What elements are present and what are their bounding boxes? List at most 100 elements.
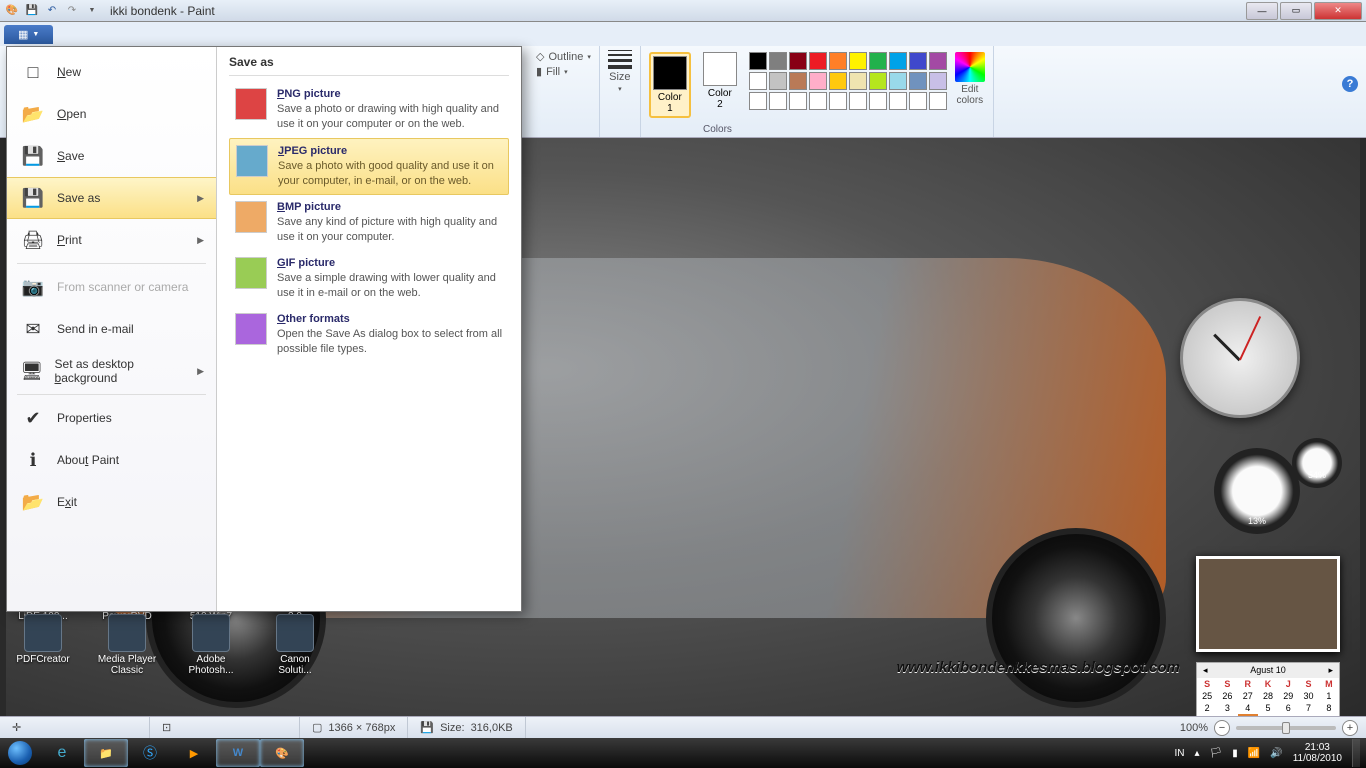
saveas-format-other[interactable]: Other formatsOpen the Save As dialog box… (229, 307, 509, 363)
saveas-format-png[interactable]: PNG pictureSave a photo or drawing with … (229, 82, 509, 138)
palette-empty[interactable] (749, 92, 767, 110)
taskbar-clock[interactable]: 21:03 11/08/2010 (1293, 742, 1342, 764)
show-desktop-button[interactable] (1352, 739, 1360, 767)
file-menu-item-saveas[interactable]: 💾Save as▶ (7, 177, 216, 219)
palette-swatch[interactable] (809, 72, 827, 90)
calendar-day[interactable]: 2 (1197, 702, 1217, 714)
palette-swatch[interactable] (789, 52, 807, 70)
palette-swatch[interactable] (769, 52, 787, 70)
palette-empty[interactable] (909, 92, 927, 110)
taskbar-explorer-button[interactable]: 📁 (84, 739, 128, 767)
battery-icon[interactable]: ▮ (1232, 748, 1238, 759)
palette-empty[interactable] (849, 92, 867, 110)
file-menu-item-exit[interactable]: 📂Exit (7, 481, 216, 523)
calendar-day[interactable]: 4 (1238, 702, 1258, 714)
calendar-day[interactable]: 6 (1278, 702, 1298, 714)
save-icon[interactable]: 💾 (24, 3, 40, 19)
file-menu-item-save[interactable]: 💾Save (7, 135, 216, 177)
size-dropdown[interactable]: Size ▾ (608, 50, 632, 93)
palette-swatch[interactable] (869, 52, 887, 70)
palette-swatch[interactable] (929, 72, 947, 90)
volume-icon[interactable]: 🔊 (1270, 748, 1282, 759)
taskbar-word-button[interactable]: W (216, 739, 260, 767)
zoom-slider[interactable] (1236, 726, 1336, 730)
palette-empty[interactable] (929, 92, 947, 110)
palette-empty[interactable] (829, 92, 847, 110)
file-menu-item-about[interactable]: ℹAbout Paint (7, 439, 216, 481)
palette-swatch[interactable] (829, 52, 847, 70)
palette-swatch[interactable] (889, 72, 907, 90)
zoom-out-button[interactable]: − (1214, 720, 1230, 736)
saveas-format-gif[interactable]: GIF pictureSave a simple drawing with lo… (229, 251, 509, 307)
palette-swatch[interactable] (929, 52, 947, 70)
file-menu-item-open[interactable]: 📂Open (7, 93, 216, 135)
calendar-day[interactable]: 30 (1298, 690, 1318, 702)
start-button[interactable] (0, 739, 40, 767)
clock-gadget[interactable] (1180, 298, 1300, 418)
tray-up-icon[interactable]: ▴ (1195, 748, 1200, 759)
desktop-icon[interactable]: Adobe Photosh... (180, 614, 242, 676)
calendar-day[interactable]: 29 (1278, 690, 1298, 702)
help-icon[interactable]: ? (1342, 76, 1358, 92)
desktop-icon[interactable]: PDFCreator (12, 614, 74, 676)
close-button[interactable]: ✕ (1314, 2, 1362, 20)
calendar-day[interactable]: 8 (1319, 702, 1339, 714)
color-palette[interactable] (749, 52, 947, 110)
ram-meter-gadget[interactable]: 54% (1292, 438, 1342, 488)
calendar-day[interactable]: 26 (1217, 690, 1237, 702)
cal-prev-icon[interactable]: ◂ (1203, 665, 1208, 676)
calendar-day[interactable]: 3 (1217, 702, 1237, 714)
palette-empty[interactable] (869, 92, 887, 110)
cal-next-icon[interactable]: ▸ (1328, 665, 1333, 676)
color1-button[interactable]: Color 1 (649, 52, 691, 118)
palette-swatch[interactable] (829, 72, 847, 90)
calendar-day[interactable]: 27 (1238, 690, 1258, 702)
palette-empty[interactable] (809, 92, 827, 110)
maximize-button[interactable]: ▭ (1280, 2, 1312, 20)
file-menu-item-email[interactable]: ✉Send in e-mail (7, 308, 216, 350)
redo-icon[interactable]: ↷ (64, 3, 80, 19)
file-menu-item-properties[interactable]: ✔Properties (7, 397, 216, 439)
palette-empty[interactable] (789, 92, 807, 110)
palette-swatch[interactable] (849, 52, 867, 70)
edit-colors-button[interactable]: Edit colors (955, 52, 985, 106)
network-icon[interactable]: 📶 (1248, 748, 1260, 759)
file-menu-item-new[interactable]: □New (7, 51, 216, 93)
zoom-thumb[interactable] (1282, 722, 1290, 734)
slideshow-gadget[interactable] (1196, 556, 1340, 652)
cpu-meter-gadget[interactable]: 13% (1214, 448, 1300, 534)
qat-dropdown-icon[interactable]: ▼ (84, 3, 100, 19)
minimize-button[interactable]: — (1246, 2, 1278, 20)
palette-swatch[interactable] (909, 72, 927, 90)
saveas-format-jpeg[interactable]: JPEG pictureSave a photo with good quali… (229, 138, 509, 196)
calendar-gadget[interactable]: ◂Agust 10▸ SSRKJSM2526272829301234567891… (1196, 662, 1340, 716)
taskbar-skype-button[interactable]: Ⓢ (128, 739, 172, 767)
undo-icon[interactable]: ↶ (44, 3, 60, 19)
calendar-day[interactable]: 25 (1197, 690, 1217, 702)
language-indicator[interactable]: IN (1175, 748, 1185, 759)
taskbar-paint-button[interactable]: 🎨 (260, 739, 304, 767)
palette-swatch[interactable] (809, 52, 827, 70)
palette-swatch[interactable] (749, 72, 767, 90)
color2-button[interactable]: Color 2 (699, 52, 741, 110)
flag-icon[interactable]: 🏳 (1210, 748, 1223, 759)
palette-swatch[interactable] (909, 52, 927, 70)
calendar-day[interactable]: 5 (1258, 702, 1278, 714)
file-menu-item-desktop[interactable]: 🖥Set as desktop background▶ (7, 350, 216, 392)
outline-dropdown[interactable]: ◇Outline ▾ (536, 50, 591, 63)
fill-dropdown[interactable]: ▮Fill ▾ (536, 65, 591, 78)
calendar-day[interactable]: 7 (1298, 702, 1318, 714)
desktop-icon[interactable]: Media Player Classic (96, 614, 158, 676)
palette-swatch[interactable] (749, 52, 767, 70)
palette-swatch[interactable] (789, 72, 807, 90)
taskbar-ie-button[interactable]: e (40, 739, 84, 767)
zoom-in-button[interactable]: + (1342, 720, 1358, 736)
palette-swatch[interactable] (769, 72, 787, 90)
palette-swatch[interactable] (869, 72, 887, 90)
file-menu-item-print[interactable]: 🖨Print▶ (7, 219, 216, 261)
desktop-icon[interactable]: Canon Soluti... (264, 614, 326, 676)
calendar-day[interactable]: 1 (1319, 690, 1339, 702)
taskbar-wmp-button[interactable]: ▶ (172, 739, 216, 767)
palette-empty[interactable] (889, 92, 907, 110)
calendar-day[interactable]: 28 (1258, 690, 1278, 702)
